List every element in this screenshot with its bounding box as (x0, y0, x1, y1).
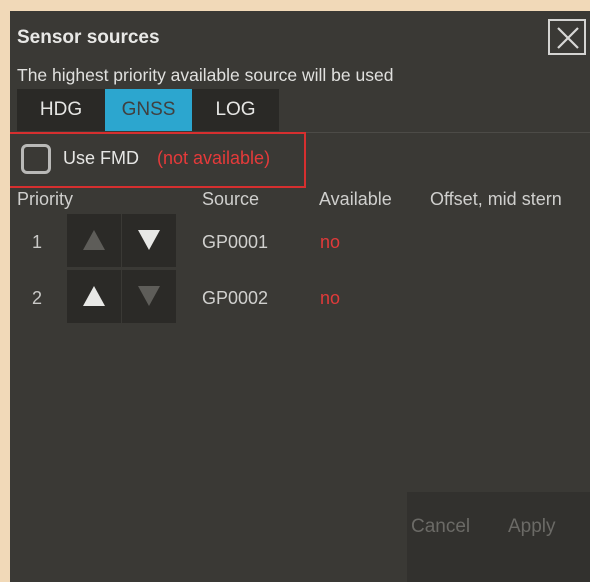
move-up-button[interactable] (67, 214, 121, 267)
sensor-sources-dialog: Sensor sources The highest priority avai… (10, 11, 590, 582)
column-header-available: Available (319, 189, 392, 209)
column-header-source: Source (202, 189, 260, 209)
use-fmd-checkbox[interactable] (21, 144, 51, 174)
available-status: no (320, 288, 341, 308)
close-icon (557, 27, 579, 49)
dialog-subtitle: The highest priority available source wi… (17, 65, 394, 85)
arrow-down-icon (138, 286, 160, 306)
arrow-down-icon (138, 230, 160, 250)
close-button[interactable] (548, 19, 586, 55)
arrow-up-icon (83, 286, 105, 306)
tab-log[interactable]: LOG (192, 89, 279, 131)
column-header-priority: Priority (17, 189, 74, 209)
available-status: no (320, 232, 341, 252)
dialog-title: Sensor sources (17, 27, 160, 48)
fmd-status-note: (not available) (157, 148, 271, 168)
apply-button[interactable]: Apply (508, 516, 556, 538)
use-fmd-label: Use FMD (63, 148, 139, 168)
source-name: GP0002 (202, 288, 269, 308)
tab-gnss[interactable]: GNSS (105, 89, 192, 131)
arrow-up-icon (83, 230, 105, 250)
move-up-button[interactable] (67, 270, 121, 323)
priority-number: 1 (32, 232, 43, 252)
move-down-button[interactable] (122, 270, 176, 323)
tab-hdg[interactable]: HDG (17, 89, 105, 131)
cancel-button[interactable]: Cancel (411, 516, 470, 538)
source-name: GP0001 (202, 232, 269, 252)
priority-number: 2 (32, 288, 43, 308)
move-down-button[interactable] (122, 214, 176, 267)
column-header-offset: Offset, mid stern (430, 189, 562, 209)
tab-bar: HDG GNSS LOG (17, 89, 279, 131)
